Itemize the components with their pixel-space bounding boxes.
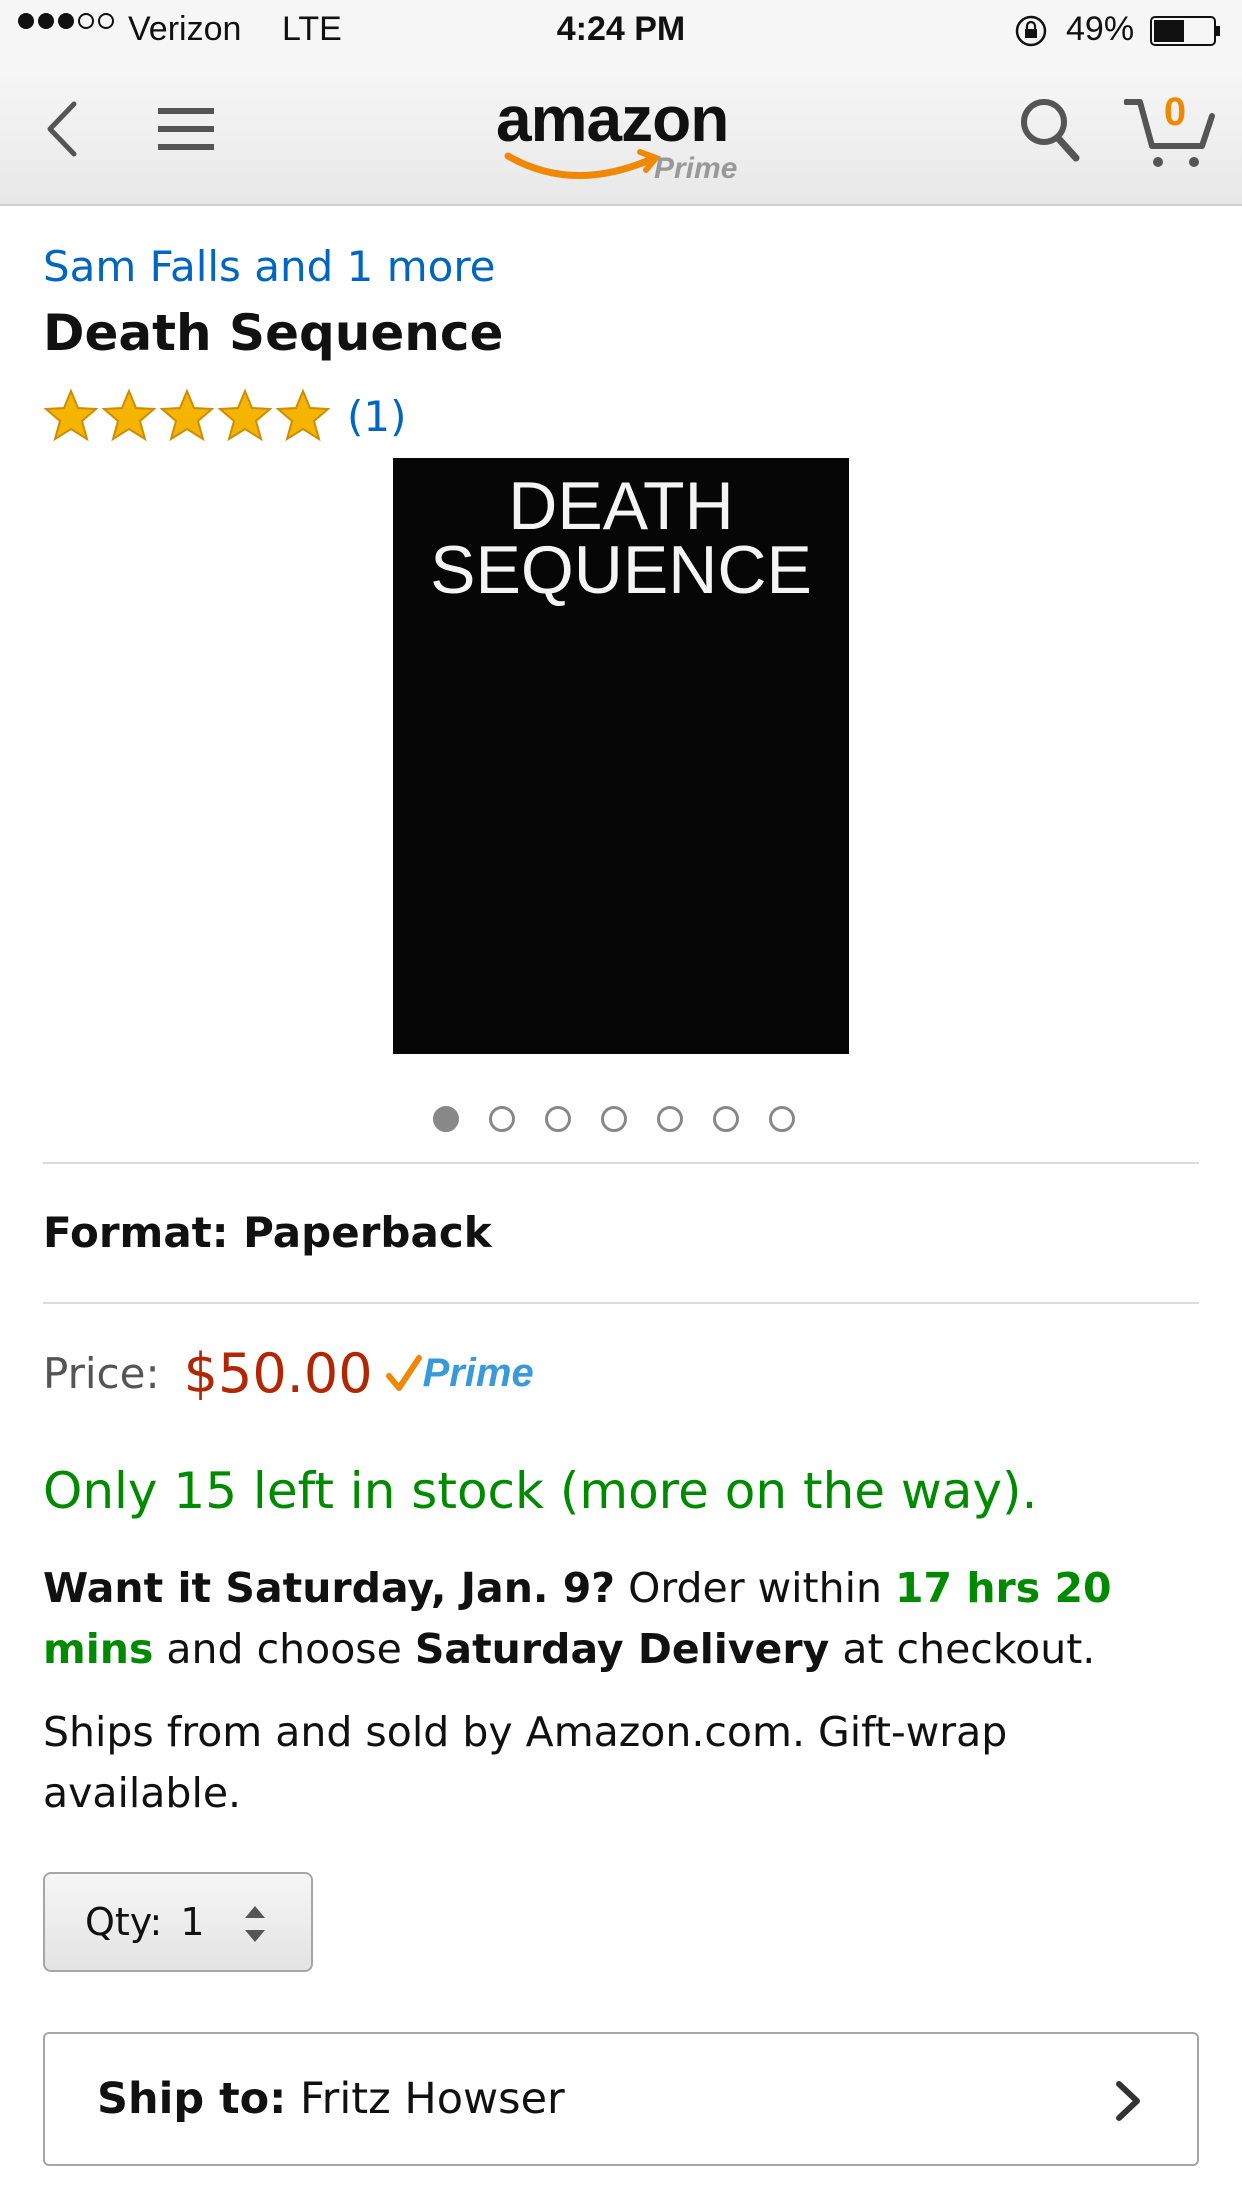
up-down-arrows-icon xyxy=(245,1906,265,1942)
battery-icon xyxy=(1150,16,1220,46)
battery-percent: 49% xyxy=(1066,10,1135,48)
cover-title-line: DEATH xyxy=(508,468,734,544)
price-label: Price: xyxy=(43,1349,160,1398)
star-icon xyxy=(101,388,157,442)
ships-info: Ships from and sold by Amazon.com. Gift-… xyxy=(43,1708,1008,1817)
saturday-delivery-label: Saturday Delivery xyxy=(414,1625,830,1673)
ship-to-text: Ship to: Fritz Howser xyxy=(97,2074,565,2124)
delivery-text: at checkout. xyxy=(829,1625,1096,1673)
price-row: Price: $50.00 Prime xyxy=(43,1342,534,1405)
rotation-lock-icon xyxy=(1015,15,1047,47)
quantity-selector[interactable]: Qty: 1 xyxy=(43,1872,313,1972)
cover-title: DEATH SEQUENCE xyxy=(393,468,849,608)
cart-count-badge: 0 xyxy=(1163,90,1187,134)
ship-to-button[interactable]: Ship to: Fritz Howser xyxy=(43,2032,1199,2166)
delivery-date: Want it Saturday, Jan. 9? xyxy=(43,1564,616,1612)
cover-title-line: SEQUENCE xyxy=(430,532,812,608)
prime-badge-label: Prime xyxy=(422,1351,534,1395)
carousel-dot[interactable] xyxy=(713,1106,739,1132)
chevron-right-icon xyxy=(1116,2081,1140,2121)
divider xyxy=(43,1162,1199,1164)
search-icon[interactable] xyxy=(1016,94,1082,164)
amazon-prime-logo[interactable]: amazon Prime xyxy=(496,82,756,192)
logo-prime-label: Prime xyxy=(654,152,738,185)
menu-icon[interactable] xyxy=(156,102,216,156)
carousel-dot[interactable] xyxy=(769,1106,795,1132)
star-rating xyxy=(43,388,331,444)
image-carousel-dots xyxy=(433,1106,795,1132)
clock: 4:24 PM xyxy=(556,10,686,48)
qty-label: Qty: xyxy=(85,1900,163,1944)
prime-badge: Prime xyxy=(385,1351,534,1396)
star-icon xyxy=(43,388,99,442)
prime-check-icon xyxy=(385,1354,422,1391)
carousel-dot[interactable] xyxy=(657,1106,683,1132)
ship-to-label: Ship to: xyxy=(97,2074,287,2124)
ship-to-name: Fritz Howser xyxy=(300,2074,565,2124)
review-count-link[interactable]: (1) xyxy=(347,392,407,441)
product-image[interactable]: DEATH SEQUENCE xyxy=(393,458,849,1054)
carousel-dot[interactable] xyxy=(545,1106,571,1132)
product-title: Death Sequence xyxy=(43,304,504,362)
carousel-dot[interactable] xyxy=(489,1106,515,1132)
rating-row[interactable]: (1) xyxy=(43,386,407,446)
delivery-text: and choose xyxy=(153,1625,415,1673)
status-bar: Verizon LTE 4:24 PM 49% xyxy=(0,0,1242,62)
nav-bar: amazon Prime 0 xyxy=(0,62,1242,206)
price-value: $50.00 xyxy=(183,1342,373,1405)
divider xyxy=(43,1302,1199,1304)
logo-wordmark: amazon xyxy=(496,83,729,155)
delivery-message: Want it Saturday, Jan. 9? Order within 1… xyxy=(43,1558,1199,1680)
carousel-dot[interactable] xyxy=(601,1106,627,1132)
format-label[interactable]: Format: Paperback xyxy=(43,1208,492,1257)
smile-arrow-icon xyxy=(504,149,662,179)
back-icon[interactable] xyxy=(38,94,88,164)
delivery-text: Order within xyxy=(615,1564,896,1612)
qty-value: 1 xyxy=(180,1900,205,1944)
stock-status: Only 15 left in stock (more on the way). xyxy=(43,1462,1038,1520)
author-link[interactable]: Sam Falls and 1 more xyxy=(43,242,496,291)
star-icon xyxy=(217,388,273,442)
star-icon xyxy=(159,388,215,442)
star-icon xyxy=(275,388,331,442)
carousel-dot-active[interactable] xyxy=(433,1106,459,1132)
